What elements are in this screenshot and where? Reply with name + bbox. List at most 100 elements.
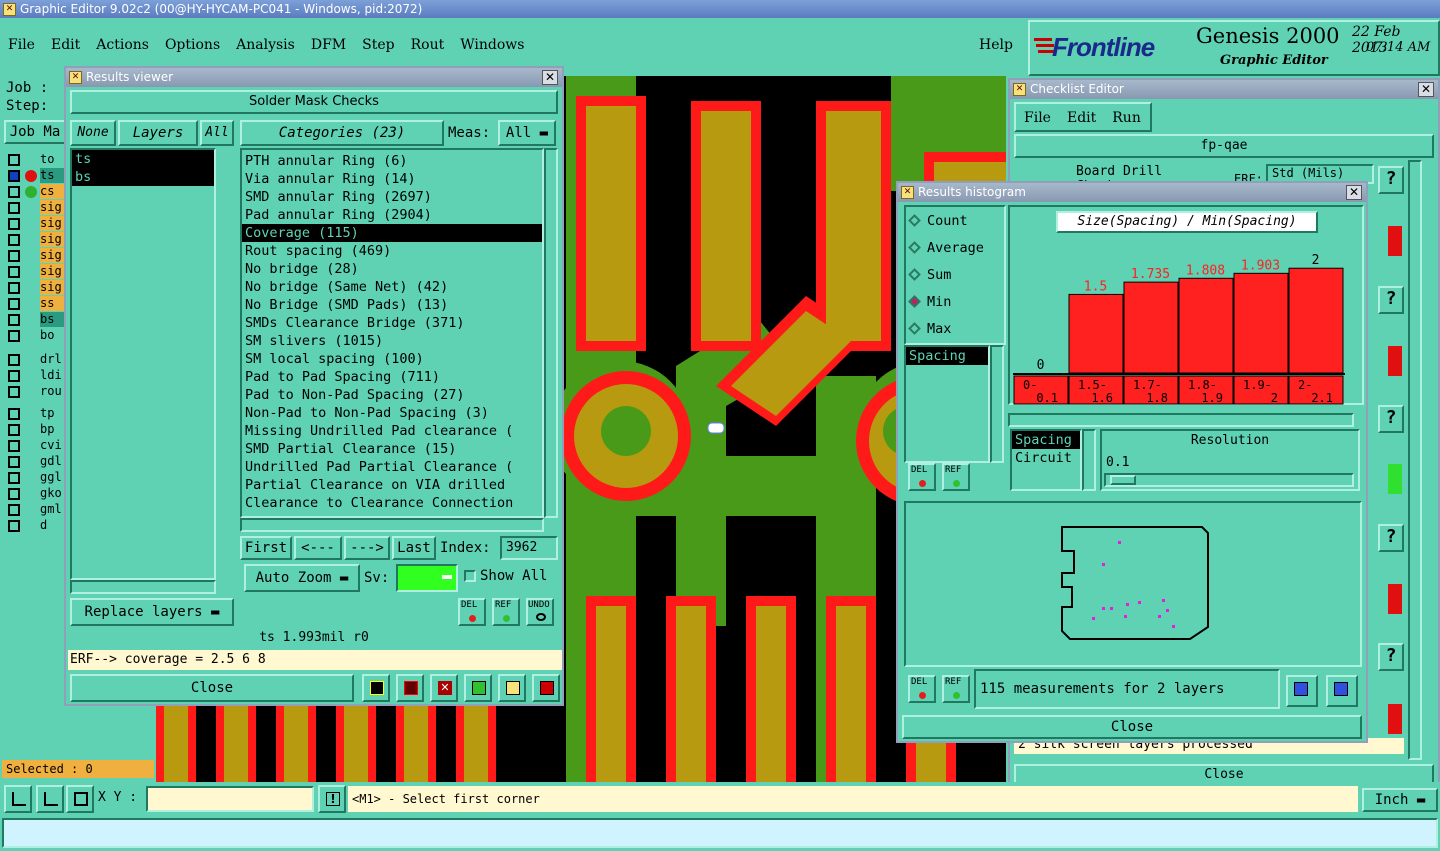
category-item[interactable]: Rout spacing (469) <box>242 242 542 260</box>
category-item[interactable]: Clearance to Clearance Connection <box>242 494 542 512</box>
layer-checkbox[interactable] <box>8 314 20 326</box>
close-icon[interactable]: ✕ <box>1346 185 1362 200</box>
menu-step[interactable]: Step <box>362 37 394 53</box>
layer-list-item[interactable]: bs <box>72 168 214 186</box>
menu-rout[interactable]: Rout <box>411 37 445 53</box>
alert-icon-button[interactable]: ! <box>318 785 346 813</box>
category-item[interactable]: Pad to Pad Spacing (711) <box>242 368 542 386</box>
layer-row[interactable]: to <box>4 152 64 168</box>
categories-hscroll[interactable] <box>240 518 544 532</box>
zoom-icon-button[interactable] <box>4 785 32 813</box>
histogram-icon-button[interactable] <box>532 674 560 702</box>
layer-row[interactable]: sig <box>4 200 64 216</box>
close-icon[interactable]: ✕ <box>1418 82 1434 97</box>
category-item[interactable]: SMD Partial Clearance (15) <box>242 440 542 458</box>
layer-checkbox[interactable] <box>8 186 20 198</box>
layer-checkbox[interactable] <box>8 170 20 182</box>
category-item[interactable]: No Bridge (SMD Pads) (13) <box>242 296 542 314</box>
command-line[interactable] <box>2 818 1438 848</box>
menu-dfm[interactable]: DFM <box>311 37 346 53</box>
layer-row[interactable]: ldi <box>4 368 64 384</box>
menu-options[interactable]: Options <box>165 37 220 53</box>
layer-checkbox[interactable] <box>8 456 20 468</box>
help-button[interactable]: ? <box>1378 166 1404 194</box>
field-list-2-vscroll[interactable] <box>1082 429 1096 491</box>
grid-icon-button[interactable] <box>66 785 94 813</box>
preview-ref-button[interactable]: REF <box>942 675 970 703</box>
option-max[interactable]: Max <box>908 321 951 341</box>
layer-row[interactable]: sig <box>4 280 64 296</box>
last-button[interactable]: Last <box>392 536 436 560</box>
xy-input[interactable] <box>146 786 314 812</box>
categories-button[interactable]: Categories (23) <box>240 120 444 146</box>
category-item[interactable]: Undrilled Pad Partial Clearance ( <box>242 458 542 476</box>
close-button[interactable]: Close <box>70 674 354 702</box>
category-item[interactable]: PTH annular Ring (6) <box>242 152 542 170</box>
histogram-hscroll[interactable] <box>1008 413 1354 427</box>
layer-row[interactable]: sig <box>4 232 64 248</box>
category-item[interactable]: No bridge (Same Net) (42) <box>242 278 542 296</box>
export-icon-button[interactable] <box>1286 675 1318 707</box>
ref-button[interactable]: REF <box>492 598 520 626</box>
category-item[interactable]: SM local spacing (100) <box>242 350 542 368</box>
layer-checkbox[interactable] <box>8 504 20 516</box>
layer-checkbox[interactable] <box>8 282 20 294</box>
layer-list-item[interactable]: ts <box>72 150 214 168</box>
none-button[interactable]: None <box>70 120 116 146</box>
category-item[interactable]: Missing Undrilled Pad clearance ( <box>242 422 542 440</box>
category-item[interactable]: Via annular Ring (14) <box>242 170 542 188</box>
menu-actions[interactable]: Actions <box>96 37 149 53</box>
replace-layers-dropdown[interactable]: Replace layers ▬ <box>70 598 234 626</box>
menu-analysis[interactable]: Analysis <box>236 37 295 53</box>
window-icon-button[interactable] <box>1326 675 1358 707</box>
meas-dropdown[interactable]: All ▬ <box>498 120 556 146</box>
next-button[interactable]: ---> <box>344 536 390 560</box>
close-icon[interactable]: ✕ <box>542 70 558 85</box>
layers-hscroll[interactable] <box>70 580 216 594</box>
layer-checkbox[interactable] <box>8 440 20 452</box>
category-item[interactable]: SMDs Clearance Bridge (371) <box>242 314 542 332</box>
index-input[interactable]: 3962 <box>500 536 558 560</box>
layer-checkbox[interactable] <box>8 154 20 166</box>
no-display-icon-button[interactable]: ✕ <box>430 674 458 702</box>
del-button[interactable]: DEL <box>458 598 486 626</box>
layers-button[interactable]: Layers <box>118 120 198 146</box>
field-list-item[interactable]: Spacing <box>906 347 988 365</box>
categories-vscroll[interactable] <box>544 148 558 518</box>
layer-row[interactable]: gml <box>4 502 64 518</box>
help-button[interactable]: ? <box>1378 524 1404 552</box>
layer-checkbox[interactable] <box>8 472 20 484</box>
layer-checkbox[interactable] <box>8 520 20 532</box>
layer-row[interactable]: bp <box>4 422 64 438</box>
layer-checkbox[interactable] <box>8 298 20 310</box>
category-item[interactable]: SM slivers (1015) <box>242 332 542 350</box>
category-item[interactable]: SMD annular Ring (2697) <box>242 188 542 206</box>
hist-del-button[interactable]: DEL <box>908 463 936 491</box>
category-item[interactable]: Coverage (115) <box>242 224 542 242</box>
menu-windows[interactable]: Windows <box>460 37 524 53</box>
layer-icon-button[interactable] <box>362 674 390 702</box>
help-button[interactable]: ? <box>1378 405 1404 433</box>
category-item[interactable]: Pad to Non-Pad Spacing (27) <box>242 386 542 404</box>
field-list[interactable]: Spacing <box>904 345 990 463</box>
layer-row[interactable]: bs <box>4 312 64 328</box>
category-item[interactable]: Partial Clearance on VIA drilled <box>242 476 542 494</box>
measure-icon-button[interactable] <box>36 785 64 813</box>
layer-checkbox[interactable] <box>8 370 20 382</box>
units-dropdown[interactable]: Inch ▬ <box>1362 788 1438 812</box>
option-min[interactable]: Min <box>908 294 951 314</box>
auto-zoom-dropdown[interactable]: Auto Zoom ▬ <box>244 564 360 592</box>
all-layers-button[interactable]: All <box>200 120 234 146</box>
category-item[interactable]: Pad annular Ring (2904) <box>242 206 542 224</box>
layer-checkbox[interactable] <box>8 250 20 262</box>
layer-row[interactable]: sig <box>4 264 64 280</box>
checklist-vscroll[interactable] <box>1408 160 1422 760</box>
category-item[interactable]: No bridge (28) <box>242 260 542 278</box>
preview-del-button[interactable]: DEL <box>908 675 936 703</box>
field-list-item[interactable]: Circuit <box>1012 449 1080 467</box>
field-list-vscroll[interactable] <box>990 345 1004 463</box>
layer-row[interactable]: tp <box>4 406 64 422</box>
field-list-item[interactable]: Spacing <box>1012 431 1080 449</box>
menu-edit[interactable]: Edit <box>51 37 80 53</box>
histogram-close-button[interactable]: Close <box>902 715 1362 739</box>
